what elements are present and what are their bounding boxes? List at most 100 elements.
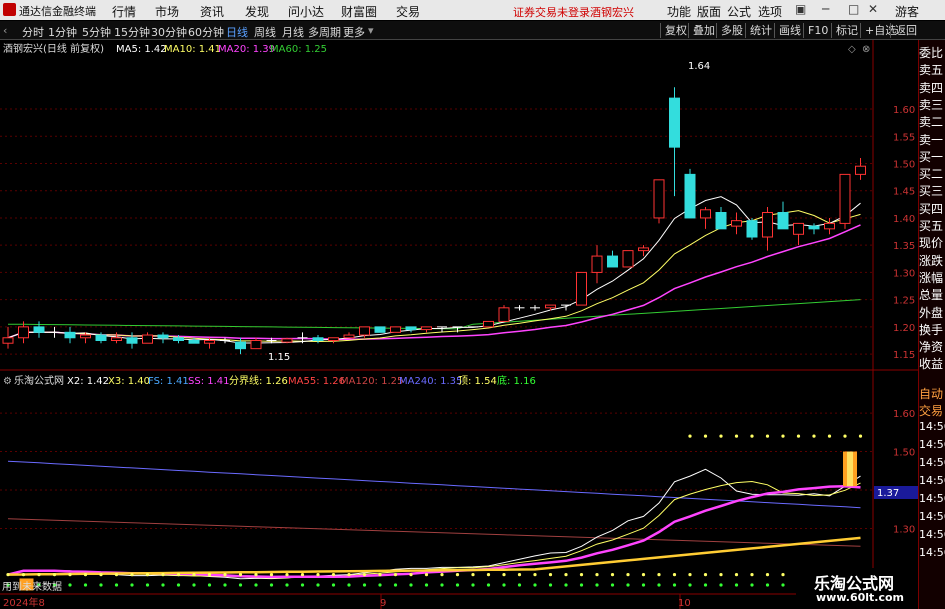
top-dot bbox=[424, 573, 429, 577]
f10-button[interactable]: F10 bbox=[803, 23, 832, 38]
maximize-icon[interactable]: □ bbox=[848, 2, 859, 16]
quote-panel-label: 外盘 bbox=[919, 305, 944, 320]
panel-close-icon[interactable]: ⊗ bbox=[862, 44, 870, 55]
tick-time-label: 14:56 bbox=[919, 456, 945, 469]
top-dot bbox=[161, 573, 165, 577]
top-dot bbox=[130, 573, 134, 577]
login-warning[interactable]: 证券交易未登录 bbox=[513, 4, 590, 20]
bottom-dot bbox=[564, 583, 568, 587]
menu-trade[interactable]: 交易 bbox=[396, 3, 420, 20]
skin-icon[interactable]: ▣ bbox=[795, 2, 806, 16]
tab-period-daily[interactable]: 日线 bbox=[226, 24, 248, 40]
stats-button[interactable]: 统计 bbox=[745, 23, 776, 38]
ind-y-tick-label: 1.50 bbox=[893, 448, 915, 459]
bottom-dot bbox=[533, 583, 537, 587]
adjust-button[interactable]: 复权 bbox=[660, 23, 691, 38]
tab-period-30m[interactable]: 30分钟 bbox=[151, 24, 187, 40]
candle-body bbox=[808, 225, 820, 230]
quote-panel-label: 卖一 bbox=[919, 132, 944, 147]
y-tick-label: 1.60 bbox=[893, 105, 915, 116]
ind-x3-label: X3: 1.40 bbox=[108, 376, 150, 387]
top-dot bbox=[223, 573, 227, 577]
bottom-dot bbox=[130, 583, 134, 587]
tab-period-monthly[interactable]: 月线 bbox=[282, 24, 304, 40]
y-tick-label: 1.45 bbox=[893, 187, 915, 198]
auto-trade-label[interactable]: 自动 bbox=[919, 385, 943, 402]
draw-line-button[interactable]: 画线 bbox=[774, 23, 805, 38]
ma60-line bbox=[7, 299, 861, 330]
top-dot bbox=[207, 573, 212, 577]
tab-period-weekly[interactable]: 周线 bbox=[254, 24, 276, 40]
candle-body bbox=[591, 255, 603, 273]
top-dot bbox=[688, 573, 692, 577]
indicator-settings-icon[interactable]: ⚙ bbox=[3, 376, 12, 387]
menu-discover[interactable]: 发现 bbox=[245, 3, 269, 20]
watermark: 乐淘公式网 www.60lt.com bbox=[796, 568, 918, 609]
bottom-dot bbox=[579, 583, 584, 587]
bottom-dot bbox=[300, 583, 305, 587]
guest-label[interactable]: 游客 bbox=[895, 3, 919, 20]
candle-body bbox=[684, 173, 696, 219]
chart-area[interactable]: 1.60 1.55 1.50 1.45 1.40 1.35 1.30 1.25 1.20 1.15… bbox=[0, 40, 918, 609]
menu-layout[interactable]: 版面 bbox=[697, 3, 721, 20]
top-dot bbox=[703, 434, 708, 438]
top-dot bbox=[595, 573, 599, 577]
menu-options[interactable]: 选项 bbox=[758, 3, 782, 20]
y-tick-label: 1.20 bbox=[893, 323, 915, 334]
menu-formula[interactable]: 公式 bbox=[727, 3, 751, 20]
tab-period-15m[interactable]: 15分钟 bbox=[114, 24, 150, 40]
tick-time-label: 14:56 bbox=[919, 528, 945, 541]
quote-panel-label: 净资 bbox=[919, 340, 944, 355]
menu-quotes[interactable]: 行情 bbox=[112, 3, 136, 20]
bottom-dot bbox=[502, 583, 506, 587]
signal-bar bbox=[847, 451, 853, 487]
top-dot bbox=[548, 573, 553, 577]
menu-news[interactable]: 资讯 bbox=[200, 3, 224, 20]
tab-period-60m[interactable]: 60分钟 bbox=[188, 24, 224, 40]
close-icon[interactable]: ✕ bbox=[868, 2, 878, 16]
bottom-dot bbox=[719, 583, 723, 587]
auto-trade-label[interactable]: 交易 bbox=[919, 402, 943, 419]
top-dot bbox=[409, 573, 413, 577]
collapse-icon[interactable]: ‹ bbox=[3, 24, 7, 37]
top-dot bbox=[719, 573, 723, 577]
more-dropdown-icon[interactable]: ▾ bbox=[368, 24, 374, 37]
ma10-label: MA10: 1.41 bbox=[164, 44, 221, 55]
future-data-note: 用到未来数据 bbox=[2, 580, 62, 593]
bottom-dot bbox=[223, 583, 227, 587]
menu-wealth[interactable]: 财富圈 bbox=[341, 3, 377, 20]
top-dot bbox=[734, 573, 739, 577]
bottom-dot bbox=[254, 583, 258, 587]
ind-ma55-label: MA55: 1.26 bbox=[288, 376, 345, 387]
menu-function[interactable]: 功能 bbox=[667, 3, 691, 20]
tab-period-5m[interactable]: 5分钟 bbox=[82, 24, 111, 40]
bottom-dot bbox=[595, 583, 599, 587]
menu-market[interactable]: 市场 bbox=[155, 3, 179, 20]
app-logo-icon bbox=[3, 3, 16, 16]
main-chart-title: 酒钢宏兴(日线 前复权) bbox=[3, 42, 104, 55]
tab-period-intraday[interactable]: 分时 bbox=[22, 24, 44, 40]
quote-panel-label: 买一 bbox=[919, 149, 944, 164]
top-dot bbox=[781, 434, 785, 438]
top-dot bbox=[641, 573, 646, 577]
tab-period-1m[interactable]: 1分钟 bbox=[48, 24, 77, 40]
ind-divider-label: 分界线: 1.26 bbox=[229, 374, 288, 387]
multi-stock-button[interactable]: 多股 bbox=[716, 23, 747, 38]
tab-period-more[interactable]: 更多 bbox=[343, 24, 365, 40]
back-button[interactable]: 返回 bbox=[890, 23, 921, 38]
bottom-dot bbox=[610, 583, 615, 587]
tab-period-multi[interactable]: 多周期 bbox=[308, 24, 341, 40]
minimize-icon[interactable]: ─ bbox=[822, 2, 829, 16]
top-dot bbox=[285, 573, 289, 577]
ind-top-label: 顶: 1.54 bbox=[458, 375, 497, 387]
menu-ask[interactable]: 问小达 bbox=[288, 3, 324, 20]
quote-panel-label: 涨跌 bbox=[919, 253, 944, 268]
mark-button[interactable]: 标记 bbox=[831, 23, 862, 38]
top-dot bbox=[781, 573, 785, 577]
bottom-dot bbox=[238, 583, 243, 587]
settings-diamond-icon[interactable]: ◇ bbox=[848, 44, 856, 55]
candle-body bbox=[204, 339, 215, 344]
ind-bottom-label: 底: 1.16 bbox=[497, 374, 536, 387]
overlay-button[interactable]: 叠加 bbox=[688, 23, 719, 38]
top-dot bbox=[626, 573, 630, 577]
